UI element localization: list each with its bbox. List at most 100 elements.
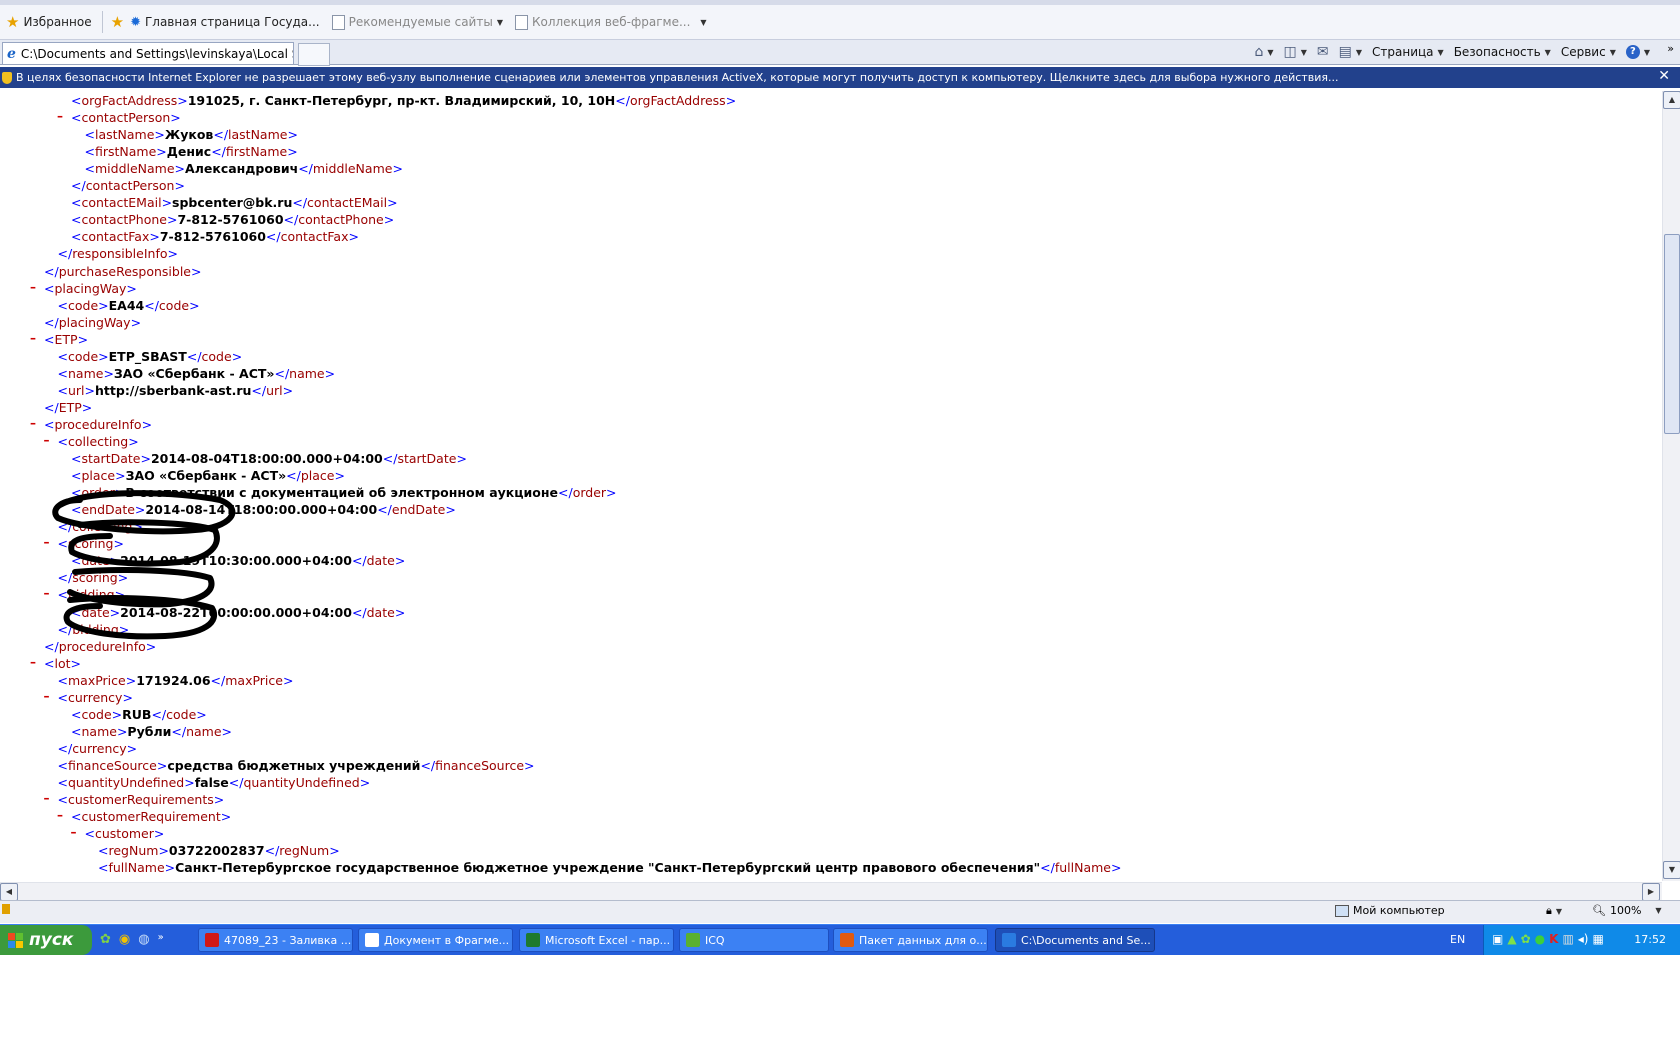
feeds-button[interactable]: ◫ ▼ <box>1284 44 1307 60</box>
xml-line: <procedureInfo> <box>44 416 153 432</box>
scroll-down-button[interactable]: ▼ <box>1663 861 1680 879</box>
security-zone[interactable]: Мой компьютер <box>1335 904 1445 917</box>
xml-line: </collecting> <box>57 519 143 535</box>
xml-line: <lot> <box>44 655 81 671</box>
favorites-button[interactable]: ★ Избранное <box>0 10 98 34</box>
xml-closing-tag-name: middleName <box>312 161 393 177</box>
tray-icq-icon[interactable]: ✿ <box>1521 932 1531 946</box>
add-favorite-icon[interactable]: ★ <box>111 13 124 31</box>
tray-network-icon[interactable]: ▥ <box>1562 932 1573 946</box>
collapse-toggle[interactable]: – <box>44 433 50 447</box>
tray-green-circle-icon[interactable]: ● <box>1535 932 1545 946</box>
xml-line: <customer> <box>84 826 165 842</box>
security-menu[interactable]: Безопасность ▼ <box>1454 45 1551 59</box>
quick-launch: ✿ ◉ ◍ » <box>100 932 164 947</box>
taskbar-button[interactable]: Microsoft Excel - пар... <box>519 928 674 952</box>
collapse-toggle[interactable]: – <box>57 109 63 123</box>
xml-closing-tag-name: contactEMail <box>307 195 388 211</box>
xml-tag-name: name <box>67 365 104 381</box>
xml-value: 191025, г. Санкт-Петербург, пр-кт. Влади… <box>187 93 616 108</box>
xml-closing-tag-name: code <box>166 706 197 722</box>
close-icon[interactable]: ✕ <box>1658 68 1670 84</box>
browser-icon[interactable]: ◍ <box>138 932 149 947</box>
mail-button[interactable]: ✉ <box>1317 44 1329 60</box>
start-button[interactable]: пуск <box>0 925 92 955</box>
xml-line: <middleName>Александрович</middleName> <box>84 161 403 177</box>
zoom-button[interactable]: 🔍︎ 100% ▼ <box>1592 904 1662 917</box>
protected-mode-button[interactable]: 🔒︎ ▼ <box>1546 904 1562 918</box>
collapse-toggle[interactable]: – <box>44 586 50 600</box>
xml-tag-name: regNum <box>108 843 159 859</box>
xml-line: <firstName>Денис</firstName> <box>84 144 298 160</box>
taskbar-button-label: Документ в Фрагме... <box>384 933 510 947</box>
app-icon <box>840 933 854 947</box>
xml-line: <contactFax>7-812-5761060</contactFax> <box>71 229 359 245</box>
icq-quicklaunch-icon[interactable]: ✿ <box>100 932 111 947</box>
system-tray: ▣ ▲ ✿ ● K ▥ ◂) ▦ 17:52 <box>1483 925 1680 955</box>
xml-line: <url>http://sberbank-ast.ru</url> <box>57 382 294 398</box>
xml-line: <order>В соответствии с документацией об… <box>71 485 617 501</box>
tray-green-icon[interactable]: ▲ <box>1507 932 1516 946</box>
chrome-icon[interactable]: ◉ <box>119 932 130 947</box>
shield-icon <box>2 71 12 84</box>
new-tab-button[interactable] <box>298 43 330 66</box>
taskbar-button[interactable]: ICQ <box>679 928 829 952</box>
xml-closing-tag-name: regNum <box>279 843 330 859</box>
scroll-right-button[interactable]: ▶ <box>1642 883 1660 901</box>
xml-tag-name: url <box>67 382 85 398</box>
scroll-thumb[interactable] <box>1664 234 1680 434</box>
help-button[interactable]: ? ▼ <box>1625 45 1650 59</box>
tray-app-icon[interactable]: ▣ <box>1492 932 1503 946</box>
collapse-toggle[interactable]: – <box>71 825 77 839</box>
xml-value: Александрович <box>185 161 299 177</box>
chevron-down-icon: ▼ <box>1555 906 1563 916</box>
volume-icon[interactable]: ◂) <box>1578 932 1589 946</box>
scroll-up-button[interactable]: ▲ <box>1663 91 1680 109</box>
collapse-toggle[interactable]: – <box>44 791 50 805</box>
tray-misc-icon[interactable]: ▦ <box>1593 932 1604 946</box>
xml-closing-tag-name: code <box>201 348 232 364</box>
page-menu-label: Страница <box>1372 45 1434 59</box>
scroll-left-button[interactable]: ◀ <box>0 883 18 901</box>
quicklaunch-more-icon[interactable]: » <box>158 932 164 947</box>
home-button[interactable]: ⌂ ▼ <box>1254 44 1273 60</box>
horizontal-scrollbar[interactable]: ◀ ▶ <box>0 882 1662 901</box>
xml-closing-tag-name: maxPrice <box>225 672 283 688</box>
fav-link-webslices[interactable]: Коллекция веб-фрагме... ▼ <box>509 10 713 34</box>
xml-tag-name: code <box>81 706 112 722</box>
collapse-toggle[interactable]: – <box>57 808 63 822</box>
collapse-toggle[interactable]: – <box>44 689 50 703</box>
taskbar-button[interactable]: C:\Documents and Se... <box>995 928 1155 952</box>
taskbar-button[interactable]: 47089_23 - Заливка ... <box>198 928 353 952</box>
collapse-toggle[interactable]: – <box>30 416 36 430</box>
xml-closing-tag-name: name <box>186 723 222 739</box>
tab-current[interactable]: e C:\Documents and Settings\levinskaya\L… <box>2 42 294 64</box>
print-button[interactable]: ▤ ▼ <box>1339 44 1362 60</box>
taskbar-button[interactable]: Пакет данных для о... <box>833 928 988 952</box>
mail-icon: ✉ <box>1316 44 1329 60</box>
clock[interactable]: 17:52 <box>1634 933 1666 946</box>
collapse-toggle[interactable]: – <box>44 535 50 549</box>
tray-kaspersky-icon[interactable]: K <box>1549 932 1558 946</box>
xml-value: EA44 <box>108 297 145 313</box>
xml-tag-name: place <box>81 468 116 484</box>
toolbar-overflow-icon[interactable]: » <box>1667 42 1674 55</box>
favorites-bar: ★ Избранное ★ ✹ Главная страница Госуда.… <box>0 5 1680 40</box>
xml-line: <date>2014-08-19T10:30:00.000+04:00</dat… <box>71 553 406 569</box>
collapse-toggle[interactable]: – <box>30 655 36 669</box>
page-menu[interactable]: Страница ▼ <box>1372 45 1444 59</box>
fav-link-gov[interactable]: ✹ Главная страница Госуда... <box>124 10 326 34</box>
xml-value: В соответствии с документацией об электр… <box>125 485 558 501</box>
vertical-scrollbar[interactable]: ▲ ▼ <box>1662 91 1680 881</box>
xml-tag-name: placingWay <box>54 280 127 296</box>
collapse-toggle[interactable]: – <box>30 331 36 345</box>
fav-link-recommended[interactable]: Рекомендуемые сайты ▼ <box>326 10 509 34</box>
language-indicator[interactable]: EN <box>1450 933 1465 946</box>
home-icon: ⌂ <box>1254 44 1264 60</box>
security-info-bar[interactable]: В целях безопасности Internet Explorer н… <box>0 67 1680 88</box>
collapse-toggle[interactable]: – <box>30 280 36 294</box>
chevron-down-icon: ▼ <box>1300 47 1307 57</box>
taskbar-button[interactable]: Документ в Фрагме... <box>358 928 513 952</box>
service-menu[interactable]: Сервис ▼ <box>1561 45 1616 59</box>
xml-value: 03722002837 <box>168 843 265 859</box>
